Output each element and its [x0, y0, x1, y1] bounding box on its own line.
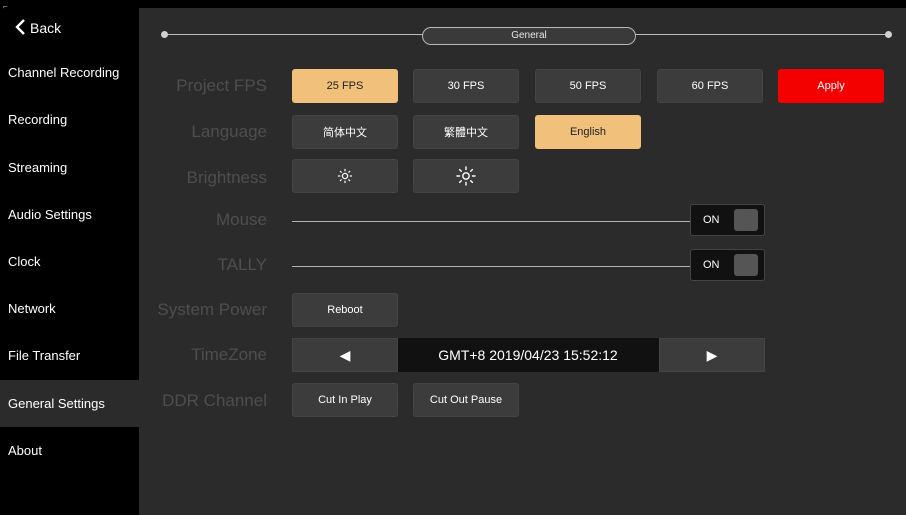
header-dot-left [161, 31, 168, 38]
timezone-control: ◀ GMT+8 2019/04/23 15:52:12 ▶ [292, 338, 765, 372]
timezone-value: GMT+8 2019/04/23 15:52:12 [438, 347, 618, 363]
sidebar-item-label: Streaming [8, 160, 68, 175]
language-english-button[interactable]: English [535, 115, 641, 149]
back-button[interactable]: Back [0, 8, 139, 48]
timezone-prev-button[interactable]: ◀ [292, 338, 398, 372]
back-label: Back [30, 20, 62, 36]
tally-line [292, 266, 690, 267]
sidebar-item-label: Clock [8, 254, 41, 269]
language-simplified-chinese-button[interactable]: 简体中文 [292, 115, 398, 149]
mouse-label: Mouse [215, 210, 267, 229]
timezone-next-button[interactable]: ▶ [659, 338, 765, 372]
section-title: General [422, 27, 636, 45]
apply-button[interactable]: Apply [778, 69, 884, 103]
brightness-decrease-button[interactable] [292, 159, 398, 193]
caret-right-icon: ▶ [706, 346, 718, 363]
sidebar: ⌐ Back Channel Recording Recording Strea… [0, 0, 139, 515]
mouse-toggle-knob [734, 209, 758, 231]
brightness-increase-button[interactable] [413, 159, 519, 193]
mouse-toggle[interactable]: ON [690, 204, 765, 236]
project-fps-label: Project FPS [176, 76, 267, 95]
brightness-label: Brightness [186, 168, 267, 187]
timezone-label: TimeZone [191, 345, 267, 364]
sidebar-item-label: General Settings [8, 396, 105, 411]
general-settings-panel: General Project FPS 25 FPS 30 FPS 50 FPS… [139, 8, 906, 515]
system-power-label: System Power [157, 300, 267, 319]
header-dot-right [885, 31, 892, 38]
tally-toggle-knob [734, 254, 758, 276]
brightness-low-icon [337, 168, 353, 184]
sidebar-item-general-settings[interactable]: General Settings [0, 380, 139, 427]
sidebar-item-streaming[interactable]: Streaming [0, 144, 139, 191]
cut-out-pause-button[interactable]: Cut Out Pause [413, 383, 519, 417]
fps-30-button[interactable]: 30 FPS [413, 69, 519, 103]
tally-label: TALLY [217, 255, 267, 274]
cut-in-play-button[interactable]: Cut In Play [292, 383, 398, 417]
language-traditional-chinese-button[interactable]: 繁體中文 [413, 115, 519, 149]
sidebar-item-network[interactable]: Network [0, 285, 139, 332]
sidebar-item-recording[interactable]: Recording [0, 96, 139, 143]
sidebar-item-label: Network [8, 301, 56, 316]
mouse-toggle-state: ON [703, 214, 720, 226]
sidebar-item-label: File Transfer [8, 348, 81, 363]
reboot-button[interactable]: Reboot [292, 293, 398, 327]
fps-25-button[interactable]: 25 FPS [292, 69, 398, 103]
tally-toggle[interactable]: ON [690, 249, 765, 281]
brightness-high-icon [456, 166, 476, 186]
sidebar-item-label: Recording [8, 112, 68, 127]
tally-toggle-state: ON [703, 259, 720, 271]
sidebar-item-label: Audio Settings [8, 207, 92, 222]
ddr-channel-label: DDR Channel [162, 391, 267, 410]
caret-left-icon: ◀ [339, 346, 351, 363]
chevron-left-icon [15, 19, 25, 35]
sidebar-item-label: Channel Recording [8, 65, 120, 80]
fps-50-button[interactable]: 50 FPS [535, 69, 641, 103]
sidebar-item-clock[interactable]: Clock [0, 238, 139, 285]
sidebar-item-channel-recording[interactable]: Channel Recording [0, 49, 139, 96]
sidebar-item-about[interactable]: About [0, 427, 139, 474]
sidebar-item-audio-settings[interactable]: Audio Settings [0, 191, 139, 238]
fps-60-button[interactable]: 60 FPS [657, 69, 763, 103]
mouse-line [292, 221, 690, 222]
sidebar-item-file-transfer[interactable]: File Transfer [0, 332, 139, 379]
sidebar-item-label: About [8, 443, 42, 458]
language-label: Language [191, 122, 267, 141]
